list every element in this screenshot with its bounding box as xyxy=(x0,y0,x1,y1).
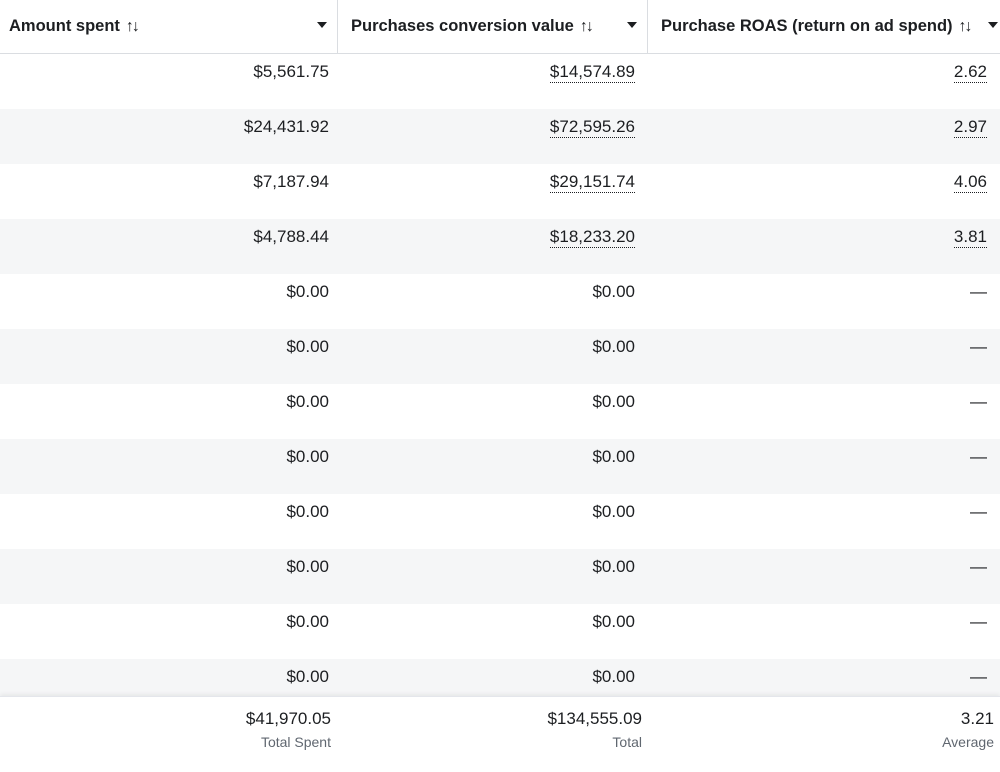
amount-spent-cell: $0.00 xyxy=(286,447,329,466)
purchases-value-cell: $0.00 xyxy=(592,502,635,521)
table-row: $0.00 $0.00 — xyxy=(0,549,1000,604)
purchases-value-cell: $0.00 xyxy=(592,612,635,631)
amount-spent-cell: $0.00 xyxy=(286,282,329,301)
average-roas-value: 3.21 xyxy=(960,709,994,728)
caret-down-icon[interactable] xyxy=(627,22,637,28)
amount-spent-cell: $24,431.92 xyxy=(243,117,329,136)
ads-metrics-table: Amount spent ↑↓ Purchases conversion val… xyxy=(0,0,1000,772)
roas-cell: — xyxy=(970,392,987,411)
column-header-label: Amount spent xyxy=(9,17,120,35)
purchases-value-cell: $0.00 xyxy=(592,667,635,686)
roas-cell[interactable]: 4.06 xyxy=(953,172,987,193)
table-header: Amount spent ↑↓ Purchases conversion val… xyxy=(0,0,1000,54)
caret-down-icon[interactable] xyxy=(988,22,998,28)
amount-spent-cell: $7,187.94 xyxy=(253,172,329,191)
amount-spent-cell: $0.00 xyxy=(286,392,329,411)
amount-spent-cell: $0.00 xyxy=(286,502,329,521)
table-row: $24,431.92 $72,595.26 2.97 xyxy=(0,109,1000,164)
average-roas-label: Average xyxy=(942,734,994,750)
sort-icon[interactable]: ↑↓ xyxy=(959,18,973,36)
table-row: $5,561.75 $14,574.89 2.62 xyxy=(0,54,1000,109)
amount-spent-cell: $0.00 xyxy=(286,337,329,356)
sort-icon[interactable]: ↑↓ xyxy=(126,18,140,36)
table-body: $5,561.75 $14,574.89 2.62 $24,431.92 $72… xyxy=(0,54,1000,696)
total-spent-label: Total Spent xyxy=(260,734,331,750)
table-row: $4,788.44 $18,233.20 3.81 xyxy=(0,219,1000,274)
sort-icon[interactable]: ↑↓ xyxy=(580,18,594,36)
purchases-value-cell[interactable]: $18,233.20 xyxy=(549,227,635,248)
column-header-purchases-conversion-value[interactable]: Purchases conversion value ↑↓ xyxy=(338,0,648,53)
amount-spent-cell: $0.00 xyxy=(286,612,329,631)
amount-spent-cell: $0.00 xyxy=(286,667,329,686)
roas-cell: — xyxy=(970,612,987,631)
amount-spent-cell: $0.00 xyxy=(286,557,329,576)
amount-spent-cell: $5,561.75 xyxy=(253,62,329,81)
table-row: $0.00 $0.00 — xyxy=(0,439,1000,494)
roas-cell: — xyxy=(970,557,987,576)
column-header-label: Purchases conversion value xyxy=(351,17,574,35)
roas-cell: — xyxy=(970,337,987,356)
roas-cell[interactable]: 3.81 xyxy=(953,227,987,248)
total-spent-value: $41,970.05 xyxy=(245,709,331,728)
table-row: $0.00 $0.00 — xyxy=(0,494,1000,549)
amount-spent-cell: $4,788.44 xyxy=(253,227,329,246)
column-header-amount-spent[interactable]: Amount spent ↑↓ xyxy=(0,0,338,53)
table-row: $0.00 $0.00 — xyxy=(0,659,1000,696)
table-row: $0.00 $0.00 — xyxy=(0,384,1000,439)
roas-cell[interactable]: 2.97 xyxy=(953,117,987,138)
roas-cell[interactable]: 2.62 xyxy=(953,62,987,83)
caret-down-icon[interactable] xyxy=(317,22,327,28)
total-value: $134,555.09 xyxy=(547,709,642,728)
purchases-value-cell[interactable]: $29,151.74 xyxy=(549,172,635,193)
purchases-value-cell[interactable]: $72,595.26 xyxy=(549,117,635,138)
purchases-value-cell: $0.00 xyxy=(592,557,635,576)
purchases-value-cell: $0.00 xyxy=(592,337,635,356)
purchases-value-cell[interactable]: $14,574.89 xyxy=(549,62,635,83)
table-row: $0.00 $0.00 — xyxy=(0,274,1000,329)
column-header-label: Purchase ROAS (return on ad spend) xyxy=(661,17,953,35)
table-footer-summary: $41,970.05 Total Spent $134,555.09 Total… xyxy=(0,696,1000,772)
roas-cell: — xyxy=(970,282,987,301)
total-label: Total xyxy=(612,734,642,750)
purchases-value-cell: $0.00 xyxy=(592,447,635,466)
table-row: $0.00 $0.00 — xyxy=(0,329,1000,384)
roas-cell: — xyxy=(970,447,987,466)
table-row: $7,187.94 $29,151.74 4.06 xyxy=(0,164,1000,219)
purchases-value-cell: $0.00 xyxy=(592,282,635,301)
roas-cell: — xyxy=(970,667,987,686)
table-row: $0.00 $0.00 — xyxy=(0,604,1000,659)
roas-cell: — xyxy=(970,502,987,521)
column-header-purchase-roas[interactable]: Purchase ROAS (return on ad spend) ↑↓ xyxy=(648,0,1000,53)
purchases-value-cell: $0.00 xyxy=(592,392,635,411)
